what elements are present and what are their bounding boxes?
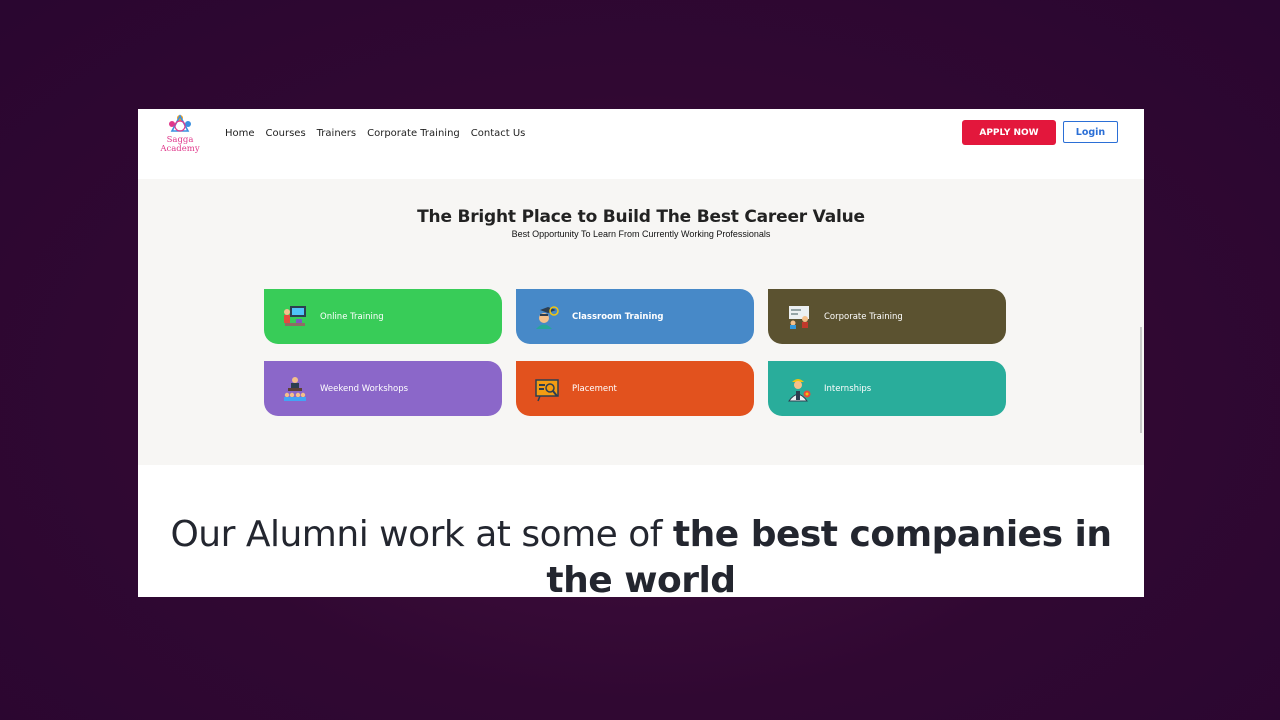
login-button[interactable]: Login: [1063, 121, 1118, 143]
alumni-heading: Our Alumni work at some of the best comp…: [138, 512, 1144, 597]
placement-icon: [534, 376, 560, 402]
scrollbar-thumb[interactable]: [1140, 327, 1142, 433]
card-label: Corporate Training: [824, 311, 903, 322]
nav-trainers[interactable]: Trainers: [317, 127, 356, 141]
corporate-training-icon: [786, 304, 812, 330]
website-page: Sagga Academy Home Courses Trainers Corp…: [138, 109, 1144, 597]
logo-text: Sagga Academy: [160, 135, 200, 154]
card-label: Classroom Training: [572, 311, 664, 322]
internships-icon: [786, 376, 812, 402]
nav-contact-us[interactable]: Contact Us: [471, 127, 526, 141]
card-label: Weekend Workshops: [320, 383, 409, 394]
nav-courses[interactable]: Courses: [266, 127, 306, 141]
card-internships[interactable]: Internships: [768, 361, 1006, 416]
card-corporate-training[interactable]: Corporate Training: [768, 289, 1006, 344]
card-label: Internships: [824, 383, 872, 394]
card-online-training[interactable]: Online Training: [264, 289, 502, 344]
nav-corporate-training[interactable]: Corporate Training: [367, 127, 460, 141]
apply-now-button[interactable]: APPLY NOW: [962, 120, 1056, 145]
classroom-training-icon: [534, 304, 560, 330]
nav-home[interactable]: Home: [225, 127, 255, 141]
hero-title: The Bright Place to Build The Best Caree…: [417, 207, 865, 227]
card-weekend-workshops[interactable]: Weekend Workshops: [264, 361, 502, 416]
weekend-workshops-icon: [282, 376, 308, 402]
card-label: Placement: [572, 383, 617, 394]
card-label: Online Training: [320, 311, 384, 322]
site-header: Sagga Academy Home Courses Trainers Corp…: [138, 109, 1144, 179]
alumni-heading-plain: Our Alumni work at some of: [170, 514, 673, 555]
logo-icon: [169, 114, 191, 132]
hero-subtitle: Best Opportunity To Learn From Currently…: [511, 229, 771, 239]
card-placement[interactable]: Placement: [516, 361, 754, 416]
logo[interactable]: Sagga Academy: [158, 112, 202, 158]
online-training-icon: [282, 304, 308, 330]
hero-section: The Bright Place to Build The Best Caree…: [138, 179, 1144, 465]
card-classroom-training[interactable]: Classroom Training: [516, 289, 754, 344]
main-nav: Home Courses Trainers Corporate Training…: [225, 127, 536, 141]
